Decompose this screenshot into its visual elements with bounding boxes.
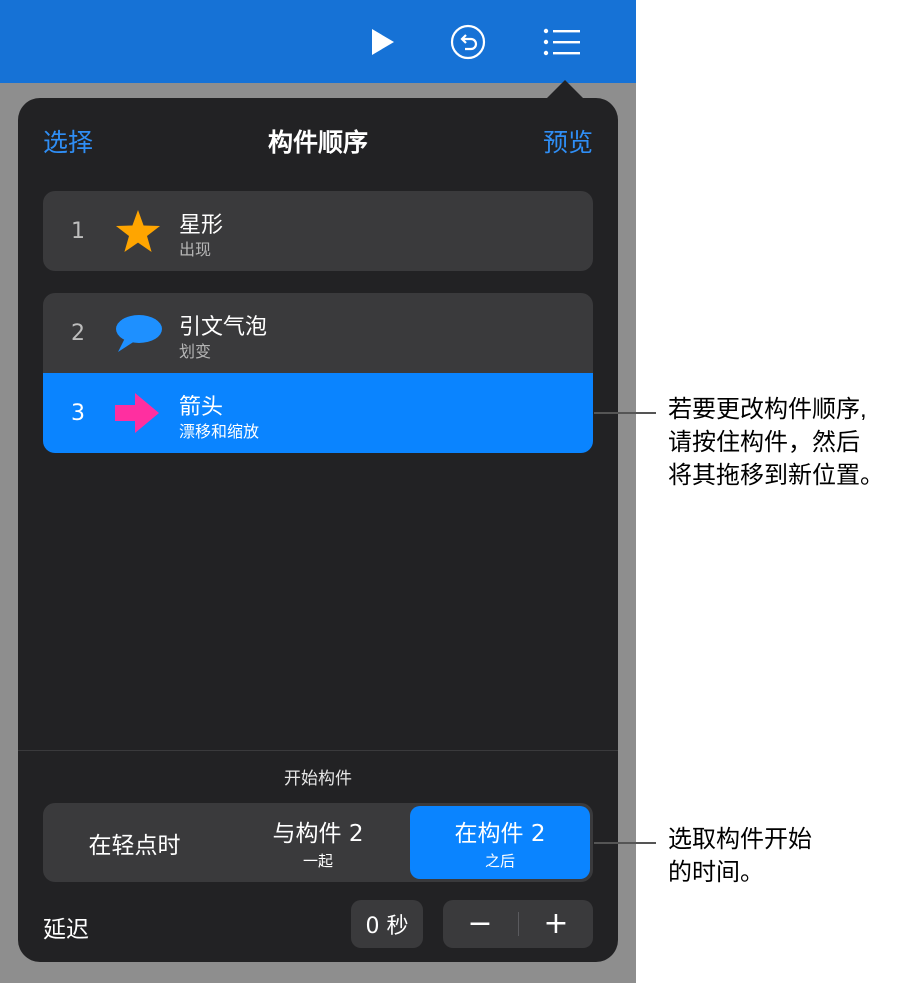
speech-bubble-icon xyxy=(113,310,163,356)
option-label: 在轻点时 xyxy=(88,832,181,859)
callout-leader-line xyxy=(594,412,656,414)
build-number: 3 xyxy=(71,401,85,426)
build-group-2: 2 引文气泡 划变 3 箭头 漂移和缩放 xyxy=(43,293,593,453)
callout-line: 的时间。 xyxy=(668,859,764,886)
build-number: 1 xyxy=(71,219,85,244)
option-label: 与构件 2 xyxy=(272,821,364,847)
callout-line: 将其拖移到新位置。 xyxy=(668,462,884,489)
option-sublabel: 之后 xyxy=(484,852,515,870)
start-build-label: 开始构件 xyxy=(284,769,352,789)
start-with-build-option[interactable]: 与构件 2 一起 xyxy=(226,803,410,882)
option-sublabel: 一起 xyxy=(302,852,333,870)
build-title: 星形 xyxy=(179,213,224,238)
callout-line: 选取构件开始 xyxy=(668,826,812,853)
start-callout: 选取构件开始 的时间。 xyxy=(668,823,812,889)
callout-line: 请按住构件，然后 xyxy=(668,429,860,456)
start-on-tap-option[interactable]: 在轻点时 xyxy=(43,803,226,882)
build-group-1: 1 星形 出现 xyxy=(43,191,593,271)
play-icon[interactable] xyxy=(362,22,402,62)
delay-value[interactable]: 0 秒 xyxy=(351,900,423,948)
arrow-icon xyxy=(113,390,163,436)
reorder-callout: 若要更改构件顺序, 请按住构件，然后 将其拖移到新位置。 xyxy=(668,393,884,492)
delay-label: 延迟 xyxy=(43,917,89,943)
undo-icon[interactable] xyxy=(448,22,488,62)
build-row-1[interactable]: 1 星形 出现 xyxy=(43,191,593,271)
preview-button[interactable]: 预览 xyxy=(543,123,593,159)
popover-title: 构件顺序 xyxy=(267,128,368,157)
toolbar xyxy=(0,0,636,83)
build-title: 引文气泡 xyxy=(179,315,268,340)
decrement-button[interactable]: − xyxy=(443,900,517,948)
section-divider xyxy=(18,750,618,751)
increment-button[interactable]: + xyxy=(519,900,593,948)
build-effect: 出现 xyxy=(179,240,212,259)
build-row-2[interactable]: 2 引文气泡 划变 xyxy=(43,293,593,373)
popover-arrow xyxy=(545,80,585,100)
build-order-list-icon[interactable] xyxy=(542,22,582,62)
start-after-build-option[interactable]: 在构件 2 之后 xyxy=(410,806,590,879)
start-build-control: 在轻点时 与构件 2 一起 在构件 2 之后 xyxy=(43,803,593,882)
build-number: 2 xyxy=(71,321,85,346)
build-effect: 划变 xyxy=(179,342,212,361)
star-icon xyxy=(113,208,163,254)
delay-stepper: − + xyxy=(443,900,593,948)
build-order-popover: 构件顺序 选择 预览 1 星形 出现 2 引文气泡 划变 3 箭头 漂移和缩放 … xyxy=(18,98,618,962)
callout-line: 若要更改构件顺序, xyxy=(668,396,867,423)
callout-leader-line xyxy=(594,842,656,844)
select-button[interactable]: 选择 xyxy=(43,123,93,159)
option-label: 在构件 2 xyxy=(454,821,546,847)
build-effect: 漂移和缩放 xyxy=(179,422,260,441)
build-row-3[interactable]: 3 箭头 漂移和缩放 xyxy=(43,373,593,453)
build-title: 箭头 xyxy=(179,395,224,420)
app-screen: 构件顺序 选择 预览 1 星形 出现 2 引文气泡 划变 3 箭头 漂移和缩放 … xyxy=(0,0,636,983)
